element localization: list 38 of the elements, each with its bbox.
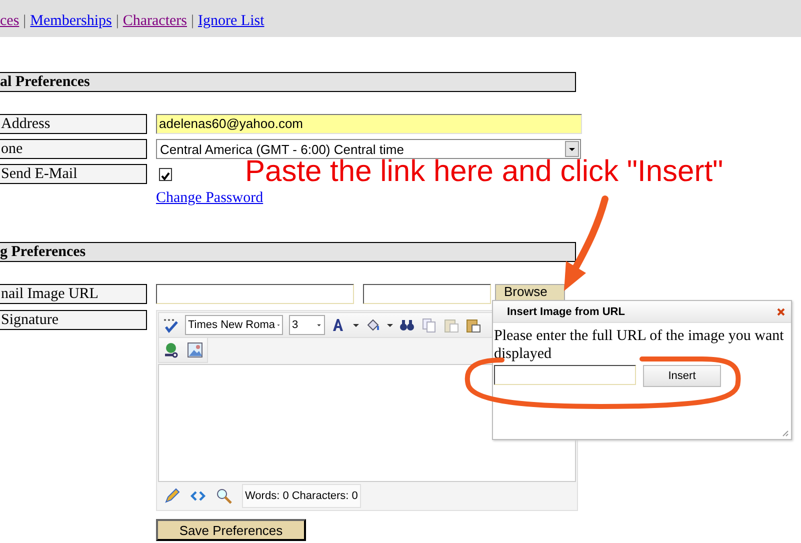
binoculars-icon[interactable] [399,317,415,333]
word-count: Words: 0 Characters: 0 [242,484,361,508]
url-field[interactable] [156,284,354,304]
field-label: Address [0,114,147,134]
checkbox[interactable] [159,168,172,181]
paint-bucket-icon[interactable] [365,317,381,333]
magnifier-icon[interactable] [216,488,232,504]
field-label: nail Image URL [0,284,147,304]
nav-link[interactable]: Memberships [30,13,112,30]
dialog-message: Please enter the full URL of the image you want displayed [494,327,785,363]
email-field[interactable]: adelenas60@yahoo.com [156,114,582,134]
url-field[interactable] [494,365,636,385]
timezone-dropdown[interactable]: Central America (GMT - 6:00) Central time [156,139,581,159]
nav-link[interactable]: Characters [122,13,187,30]
separator: | [116,13,119,30]
field-label: Send E-Mail [0,164,147,184]
font-dropdown[interactable]: Times New Roma [185,315,283,335]
section-header: al Preferences [0,72,576,92]
pencil-icon[interactable] [164,488,180,504]
globe-link-icon[interactable] [163,342,179,358]
field-label: one [0,139,147,159]
resize-grip-icon[interactable] [781,429,789,437]
change-password-link[interactable]: Change Password [156,190,264,207]
nav-link[interactable]: Ignore List [198,13,264,30]
separator: | [23,13,26,30]
spellcheck-icon[interactable] [163,317,179,333]
close-icon[interactable] [777,308,785,316]
file-field[interactable] [363,284,491,304]
save-button[interactable]: Save Preferences [156,519,306,541]
field-label: Signature [0,310,147,330]
nav-link[interactable]: ces [0,13,20,30]
section-header: g Preferences [0,242,576,262]
paste-icon[interactable] [465,317,481,333]
dialog-title: Insert Image from URL [507,306,625,318]
size-dropdown[interactable]: 3 [289,315,325,335]
separator: | [191,13,194,30]
image-icon[interactable] [187,342,203,358]
insert-button[interactable]: Insert [643,365,721,387]
